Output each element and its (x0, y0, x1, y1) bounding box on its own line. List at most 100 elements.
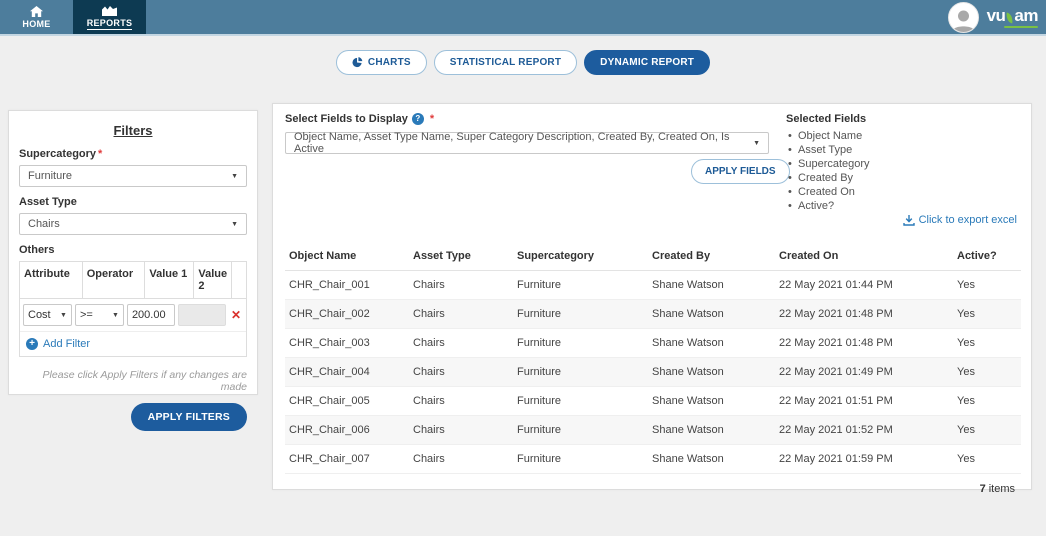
value1-input[interactable] (126, 304, 175, 326)
cell-supercategory: Furniture (517, 453, 562, 465)
cell-object-name: CHR_Chair_004 (289, 366, 370, 378)
table-row: CHR_Chair_001 Chairs Furniture Shane Wat… (285, 271, 1021, 300)
cell-object-name: CHR_Chair_002 (289, 308, 370, 320)
asset-type-label: Asset Type (19, 196, 77, 208)
filters-title: Filters (113, 123, 153, 138)
filter-row: Cost ▼ >= ▼ ✕ (20, 299, 246, 331)
selected-fields-block: Selected Fields Object Name Asset Type Sup… (786, 113, 870, 214)
nav-item-reports[interactable]: REPORTS (73, 0, 146, 34)
dynamic-report-panel: Select Fields to Display ? * Object Name… (272, 103, 1032, 495)
column-header: Created By (652, 250, 711, 262)
chevron-down-icon: ▼ (231, 220, 238, 228)
cell-created-on: 22 May 2021 01:44 PM (779, 279, 893, 291)
add-filter-link[interactable]: Add Filter (43, 338, 90, 350)
report-table: Object Name Asset Type Supercategory Cre… (285, 242, 1021, 504)
asset-type-select[interactable]: Chairs ▼ (19, 213, 247, 235)
actions-column-header (232, 262, 246, 298)
column-header: Supercategory (517, 250, 595, 262)
home-icon (30, 5, 43, 17)
select-fields-label: Select Fields to Display (285, 113, 408, 125)
table-row: CHR_Chair_007 Chairs Furniture Shane Wat… (285, 445, 1021, 474)
cell-asset-type: Chairs (413, 337, 445, 349)
cell-created-on: 22 May 2021 01:51 PM (779, 395, 893, 407)
column-header: Active? (957, 250, 997, 262)
column-header: Asset Type (413, 250, 471, 262)
cell-created-on: 22 May 2021 01:49 PM (779, 366, 893, 378)
plus-circle-icon: + (26, 338, 38, 350)
cell-created-by: Shane Watson (652, 308, 724, 320)
supercategory-label: Supercategory * (19, 148, 103, 160)
required-asterisk: * (98, 148, 103, 160)
export-excel-link[interactable]: Click to export excel (902, 214, 1017, 226)
operator-column-header: Operator (83, 262, 146, 298)
supercategory-value: Furniture (28, 170, 73, 182)
attribute-column-header: Attribute (20, 262, 83, 298)
brand-tagline-bar (1004, 25, 1038, 28)
attribute-select[interactable]: Cost ▼ (23, 304, 72, 326)
others-filter-table: Attribute Operator Value 1 Value 2 Cost … (19, 261, 247, 357)
tab-charts-label: CHARTS (367, 57, 411, 68)
tab-statistical-label: STATISTICAL REPORT (449, 57, 562, 68)
apply-filters-button[interactable]: APPLY FILTERS (130, 403, 247, 431)
cell-active: Yes (957, 424, 975, 436)
table-row: CHR_Chair_005 Chairs Furniture Shane Wat… (285, 387, 1021, 416)
others-header-row: Attribute Operator Value 1 Value 2 (20, 262, 246, 299)
brand-text-right: am (1014, 5, 1038, 25)
table-row: CHR_Chair_004 Chairs Furniture Shane Wat… (285, 358, 1021, 387)
fields-multiselect[interactable]: Object Name, Asset Type Name, Super Cate… (285, 131, 769, 155)
add-filter-row[interactable]: + Add Filter (20, 331, 246, 356)
chevron-down-icon: ▼ (753, 139, 760, 147)
items-count-label: items (988, 483, 1015, 495)
cell-supercategory: Furniture (517, 337, 562, 349)
cell-created-by: Shane Watson (652, 279, 724, 291)
report-type-tabs: CHARTS STATISTICAL REPORT DYNAMIC REPORT (0, 50, 1046, 75)
tab-statistical-report[interactable]: STATISTICAL REPORT (433, 50, 578, 75)
report-table-header: Object Name Asset Type Supercategory Cre… (285, 242, 1021, 271)
selected-field-item: Created On (786, 186, 870, 198)
top-navbar: HOME REPORTS vu am (0, 0, 1046, 36)
cell-created-on: 22 May 2021 01:48 PM (779, 337, 893, 349)
export-excel-label: Click to export excel (918, 214, 1017, 226)
selected-field-item: Supercategory (786, 158, 870, 170)
selected-field-item: Object Name (786, 130, 870, 142)
nav-home-label: HOME (22, 18, 51, 29)
filters-panel: Filters Supercategory * Furniture ▼ Asset… (8, 110, 258, 431)
value2-input[interactable] (177, 304, 226, 326)
apply-filters-note: Please click Apply Filters if any change… (42, 369, 247, 393)
value2-column-header: Value 2 (194, 262, 233, 298)
user-avatar[interactable] (947, 1, 979, 33)
nav-item-home[interactable]: HOME (0, 0, 73, 34)
cell-supercategory: Furniture (517, 279, 562, 291)
fields-multiselect-value: Object Name, Asset Type Name, Super Cate… (294, 131, 730, 155)
value1-column-header: Value 1 (145, 262, 195, 298)
selected-field-item: Active? (786, 200, 870, 212)
cell-supercategory: Furniture (517, 366, 562, 378)
column-header: Object Name (289, 250, 357, 262)
selected-fields-list: Object Name Asset Type Supercategory Create… (786, 130, 870, 212)
select-fields-label-row: Select Fields to Display ? * (285, 113, 1019, 125)
apply-fields-button[interactable]: APPLY FIELDS (691, 159, 790, 184)
cell-asset-type: Chairs (413, 424, 445, 436)
operator-value: >= (79, 309, 93, 321)
tab-dynamic-report[interactable]: DYNAMIC REPORT (584, 50, 711, 75)
download-icon (902, 214, 915, 226)
remove-filter-icon[interactable]: ✕ (229, 308, 243, 322)
cell-created-by: Shane Watson (652, 424, 724, 436)
cell-object-name: CHR_Chair_003 (289, 337, 370, 349)
supercategory-select[interactable]: Furniture ▼ (19, 165, 247, 187)
cell-active: Yes (957, 366, 975, 378)
chevron-down-icon: ▼ (60, 311, 67, 319)
tab-dynamic-label: DYNAMIC REPORT (600, 57, 695, 68)
cell-asset-type: Chairs (413, 308, 445, 320)
help-icon[interactable]: ? (411, 113, 424, 125)
cell-created-on: 22 May 2021 01:52 PM (779, 424, 893, 436)
cell-created-by: Shane Watson (652, 337, 724, 349)
table-row: CHR_Chair_006 Chairs Furniture Shane Wat… (285, 416, 1021, 445)
cell-created-on: 22 May 2021 01:59 PM (779, 453, 893, 465)
cell-asset-type: Chairs (413, 395, 445, 407)
operator-select[interactable]: >= ▼ (74, 304, 124, 326)
cell-supercategory: Furniture (517, 395, 562, 407)
cell-active: Yes (957, 308, 975, 320)
cell-object-name: CHR_Chair_006 (289, 424, 370, 436)
tab-charts[interactable]: CHARTS (335, 50, 427, 75)
